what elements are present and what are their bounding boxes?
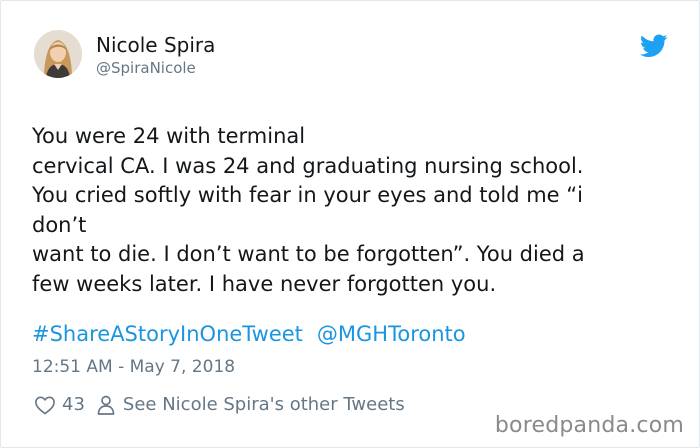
tweet-links: #ShareAStoryInOneTweet @MGHToronto [32,320,466,349]
tweet-text: You were 24 with terminal cervical CA. I… [32,122,672,299]
author-name[interactable]: Nicole Spira [96,33,215,57]
tweet-card: Nicole Spira @SpiraNicole You were 24 wi… [0,0,700,448]
tweet-text-line: want to die. I don’t want to be forgotte… [32,242,585,266]
like-count: 43 [62,394,85,415]
tweet-timestamp[interactable]: 12:51 AM - May 7, 2018 [32,356,235,378]
other-tweets-link[interactable]: See Nicole Spira's other Tweets [97,393,405,417]
tweet-text-line: You were 24 with terminal [32,124,306,148]
watermark: boredpanda.com [494,413,684,438]
heart-icon [35,396,55,415]
avatar[interactable] [34,30,82,78]
twitter-bird-icon[interactable] [639,34,668,58]
person-icon [97,395,115,415]
author-handle[interactable]: @SpiraNicole [96,59,196,77]
other-tweets-label: See Nicole Spira's other Tweets [122,394,405,415]
tweet-text-line: few weeks later. I have never forgotten … [32,271,497,296]
like-button[interactable]: 43 [34,393,85,417]
hashtag-link[interactable]: #ShareAStoryInOneTweet [32,322,303,346]
avatar-image [34,30,82,78]
tweet-text-line: You cried softly with fear in your eyes … [32,183,583,207]
tweet-actions: 43 See Nicole Spira's other Tweets [34,393,405,417]
tweet-text-line: don’t [32,212,87,237]
mention-link[interactable]: @MGHToronto [317,322,466,346]
tweet-text-line: cervical CA. I was 24 and graduating nur… [32,153,584,178]
